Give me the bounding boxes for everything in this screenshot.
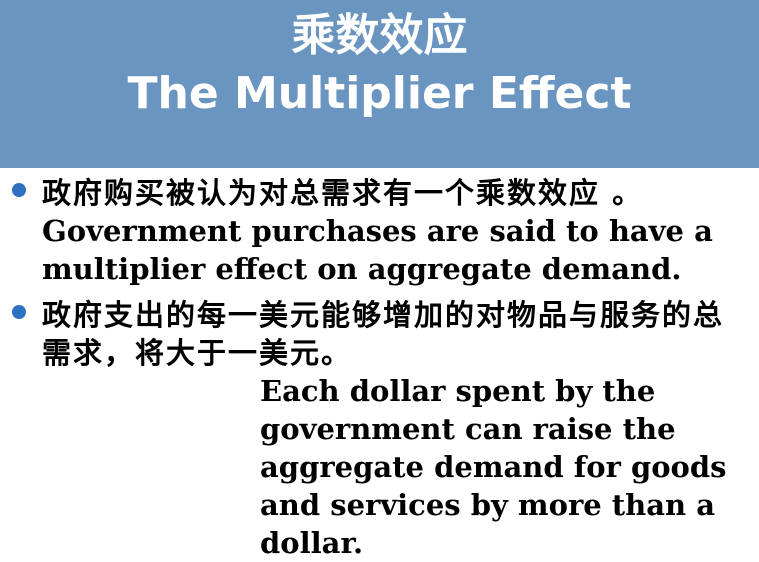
bullet-item-government-purchases: 政府购买被认为对总需求有一个乘数效应 。 Government purchase… — [42, 174, 754, 288]
bullet-dot-icon — [12, 305, 26, 319]
bullet-text-chinese: 政府支出的每一美元能够增加的对物品与服务的总需求，将大于一美元。 — [42, 298, 725, 370]
bullet-dot-icon — [12, 183, 26, 197]
bullet-item-dollar-spent: 政府支出的每一美元能够增加的对物品与服务的总需求，将大于一美元。 Each do… — [42, 296, 754, 562]
bullet-text-chinese: 政府购买被认为对总需求有一个乘数效应 。 — [42, 176, 644, 210]
title-band: 乘数效应 The Multiplier Effect — [0, 0, 759, 168]
bullet-text-english: Government purchases are said to have a … — [42, 214, 713, 286]
slide-title-chinese: 乘数效应 — [291, 10, 468, 61]
slide-title-english: The Multiplier Effect — [127, 68, 632, 119]
bullet-text-english: Each dollar spent by the government can … — [260, 374, 727, 560]
